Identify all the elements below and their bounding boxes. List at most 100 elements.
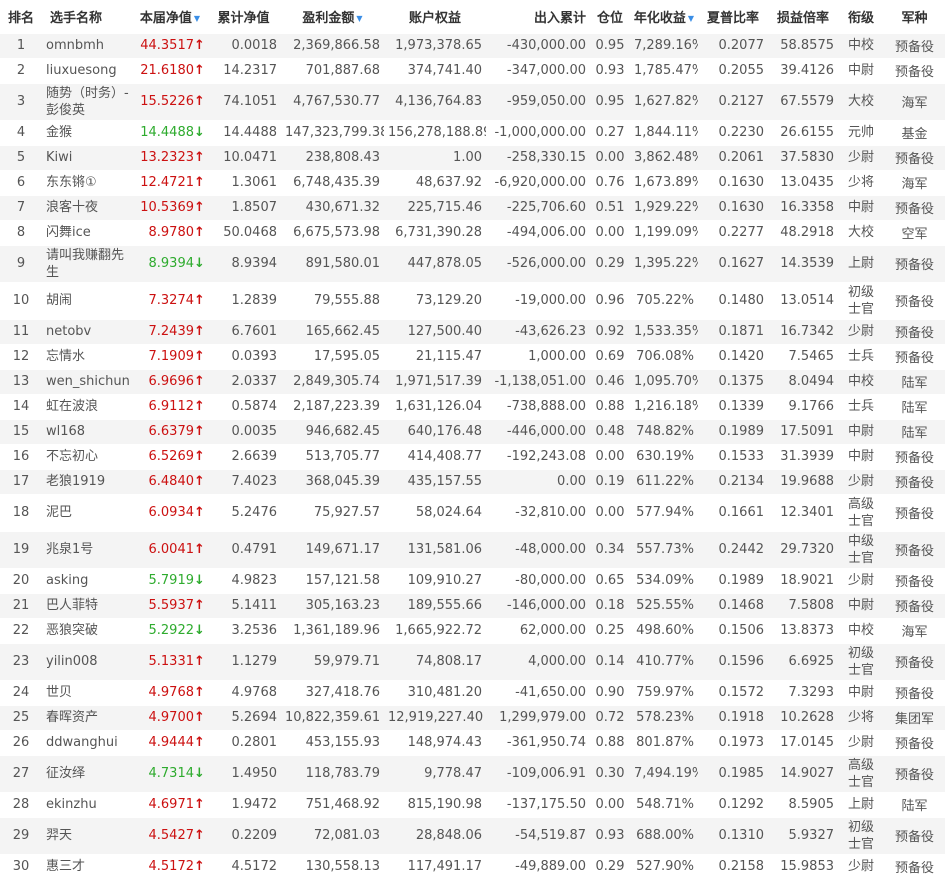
- position-cell: 0.69: [590, 343, 630, 369]
- net-value: 4.9700: [148, 710, 195, 725]
- table-row[interactable]: 3 随势（时务）-彭俊英 15.5226↑ 74.1051 4,767,530.77 4,…: [0, 82, 945, 120]
- sort-desc-icon[interactable]: ▼: [356, 14, 362, 23]
- player-name-cell[interactable]: 胡闹: [42, 281, 134, 319]
- table-row[interactable]: 18 泥巴 6.0934↑ 5.2476 75,927.57 58,024.64 -32,8…: [0, 493, 945, 531]
- table-row[interactable]: 8 闪舞ice 8.9780↑ 50.0468 6,675,573.98 6,731,39…: [0, 219, 945, 245]
- sharpe-cell: 0.1420: [698, 343, 768, 369]
- player-name-cell[interactable]: 惠三才: [42, 853, 134, 879]
- player-name-cell[interactable]: netobv: [42, 318, 134, 344]
- header-profit[interactable]: 盈利金额 ▼: [281, 0, 384, 33]
- table-row[interactable]: 13 wen_shichun 6.9696↑ 2.0337 2,849,305.74 1,…: [0, 368, 945, 394]
- player-name-cell[interactable]: liuxuesong: [42, 57, 134, 83]
- player-name-cell[interactable]: 金猴: [42, 119, 134, 145]
- profit-cell: 2,187,223.39: [281, 393, 384, 419]
- player-name-cell[interactable]: yilin008: [42, 642, 134, 680]
- header-net-value[interactable]: 本届净值 ▼: [134, 0, 206, 33]
- table-row[interactable]: 26 ddwanghui 4.9444↑ 0.2801 453,155.93 148,97…: [0, 729, 945, 755]
- table-row[interactable]: 7 浪客十夜 10.5369↑ 1.8507 430,671.32 225,715.46-…: [0, 194, 945, 220]
- table-row[interactable]: 11 netobv 7.2439↑ 6.7601 165,662.45 127,500.4…: [0, 318, 945, 344]
- player-name-cell[interactable]: 不忘初心: [42, 443, 134, 469]
- table-row[interactable]: 9 请叫我赚翻先生 8.9394↓ 8.9394 891,580.01 447,878.0…: [0, 244, 945, 282]
- player-name-cell[interactable]: 闪舞ice: [42, 219, 134, 245]
- player-name-cell[interactable]: 忘情水: [42, 343, 134, 369]
- cumulative-net-cell: 14.4488: [206, 119, 281, 145]
- table-row[interactable]: 27 征汝绎 4.7314↓ 1.4950 118,783.79 9,778.47 -109…: [0, 754, 945, 792]
- player-name-cell[interactable]: wl168: [42, 418, 134, 444]
- sort-desc-icon[interactable]: ▼: [194, 14, 200, 23]
- player-name-cell[interactable]: 泥巴: [42, 493, 134, 531]
- table-row[interactable]: 16 不忘初心 6.5269↑ 2.6639 513,705.77 414,408.77-…: [0, 443, 945, 469]
- table-row[interactable]: 21 巴人菲特 5.5937↑ 5.1411 305,163.23 189,555.66-…: [0, 592, 945, 618]
- header-branch[interactable]: 军种: [884, 0, 945, 33]
- table-row[interactable]: 30 惠三才 4.5172↑ 4.5172 130,558.13 117,491.17 -4…: [0, 853, 945, 879]
- rank-cell: 28: [0, 791, 42, 817]
- player-name-cell[interactable]: 恶狼突破: [42, 617, 134, 643]
- rank-cell: 6: [0, 169, 42, 195]
- table-row[interactable]: 4 金猴 14.4488↓ 14.4488 147,323,799.38 156,278,…: [0, 119, 945, 145]
- header-pl-ratio[interactable]: 损益倍率: [768, 0, 838, 33]
- table-row[interactable]: 19 兆泉1号 6.0041↑ 0.4791 149,671.17 131,581.06-…: [0, 530, 945, 568]
- table-row[interactable]: 22 恶狼突破 5.2922↓ 3.2536 1,361,189.96 1,665,922…: [0, 617, 945, 643]
- header-rank[interactable]: 排名: [0, 0, 42, 33]
- cumulative-net-cell: 10.0471: [206, 144, 281, 170]
- table-row[interactable]: 15 wl168 6.6379↑ 0.0035 946,682.45 640,176.48…: [0, 418, 945, 444]
- table-row[interactable]: 10 胡闹 7.3274↑ 1.2839 79,555.88 73,129.20 -19,0…: [0, 281, 945, 319]
- header-equity[interactable]: 账户权益: [384, 0, 486, 33]
- player-name-cell[interactable]: 虹在波浪: [42, 393, 134, 419]
- profit-cell: 6,748,435.39: [281, 169, 384, 195]
- player-name-cell[interactable]: 羿天: [42, 816, 134, 854]
- header-military-rank[interactable]: 衔级: [838, 0, 884, 33]
- player-name-cell[interactable]: 兆泉1号: [42, 530, 134, 568]
- player-name-cell[interactable]: 随势（时务）-彭俊英: [42, 82, 134, 120]
- table-row[interactable]: 14 虹在波浪 6.9112↑ 0.5874 2,187,223.39 1,631,126…: [0, 393, 945, 419]
- net-value: 21.6180: [140, 63, 194, 78]
- player-name-cell[interactable]: 征汝绎: [42, 754, 134, 792]
- profit-cell: 946,682.45: [281, 418, 384, 444]
- pl-ratio-cell: 29.7320: [768, 530, 838, 568]
- header-player[interactable]: 选手名称: [42, 0, 134, 33]
- profit-cell: 75,927.57: [281, 493, 384, 531]
- equity-cell: 225,715.46: [384, 194, 486, 220]
- branch-cell: 陆军: [884, 791, 945, 817]
- player-name-cell[interactable]: wen_shichun: [42, 368, 134, 394]
- player-name-cell[interactable]: 巴人菲特: [42, 592, 134, 618]
- table-row[interactable]: 12 忘情水 7.1909↑ 0.0393 17,595.05 21,115.47 1,00…: [0, 343, 945, 369]
- equity-cell: 6,731,390.28: [384, 219, 486, 245]
- player-name-cell[interactable]: asking: [42, 567, 134, 593]
- sort-desc-icon[interactable]: ▼: [688, 14, 694, 23]
- table-row[interactable]: 23 yilin008 5.1331↑ 1.1279 59,979.71 74,808.1…: [0, 642, 945, 680]
- equity-cell: 117,491.17: [384, 853, 486, 879]
- player-name-cell[interactable]: Kiwi: [42, 144, 134, 170]
- table-row[interactable]: 24 世贝 4.9768↑ 4.9768 327,418.76 310,481.20 -41…: [0, 679, 945, 705]
- table-row[interactable]: 2 liuxuesong 21.6180↑ 14.2317 701,887.68 374,…: [0, 57, 945, 83]
- player-name-cell[interactable]: 东东锵①: [42, 169, 134, 195]
- table-row[interactable]: 25 春晖资产 4.9700↑ 5.2694 10,822,359.61 12,919,2…: [0, 704, 945, 730]
- table-row[interactable]: 6 东东锵① 12.4721↑ 1.3061 6,748,435.39 48,637.92…: [0, 169, 945, 195]
- header-cumulative-net[interactable]: 累计净值: [206, 0, 281, 33]
- pl-ratio-cell: 16.3358: [768, 194, 838, 220]
- player-name-cell[interactable]: omnbmh: [42, 32, 134, 58]
- player-name-cell[interactable]: 请叫我赚翻先生: [42, 244, 134, 282]
- player-name-cell[interactable]: 世贝: [42, 679, 134, 705]
- player-name-cell[interactable]: 老狼1919: [42, 468, 134, 494]
- position-cell: 0.48: [590, 418, 630, 444]
- table-row[interactable]: 20 asking 5.7919↓ 4.9823 157,121.58 109,910.2…: [0, 567, 945, 593]
- table-row[interactable]: 1 omnbmh 44.3517↑ 0.0018 2,369,866.58 1,973,3…: [0, 32, 945, 58]
- table-row[interactable]: 28 ekinzhu 4.6971↑ 1.9472 751,468.92 815,190.…: [0, 791, 945, 817]
- net-value-cell: 7.1909↑: [134, 343, 206, 369]
- header-inout[interactable]: 出入累计: [486, 0, 590, 33]
- player-name-cell[interactable]: ekinzhu: [42, 791, 134, 817]
- header-annual[interactable]: 年化收益 ▼: [630, 0, 698, 33]
- net-value-cell: 6.9696↑: [134, 368, 206, 394]
- table-row[interactable]: 17 老狼1919 6.4840↑ 7.4023 368,045.39 435,157.5…: [0, 468, 945, 494]
- inout-cell: -361,950.74: [486, 729, 590, 755]
- rank-cell: 24: [0, 679, 42, 705]
- table-row[interactable]: 5 Kiwi 13.2323↑ 10.0471 238,808.43 1.00 -258,3…: [0, 144, 945, 170]
- table-row[interactable]: 29 羿天 4.5427↑ 0.2209 72,081.03 28,848.06 -54,5…: [0, 816, 945, 854]
- header-sharpe[interactable]: 夏普比率: [698, 0, 768, 33]
- player-name-cell[interactable]: 春晖资产: [42, 704, 134, 730]
- position-cell: 0.51: [590, 194, 630, 220]
- player-name-cell[interactable]: 浪客十夜: [42, 194, 134, 220]
- player-name-cell[interactable]: ddwanghui: [42, 729, 134, 755]
- header-position[interactable]: 仓位: [590, 0, 630, 33]
